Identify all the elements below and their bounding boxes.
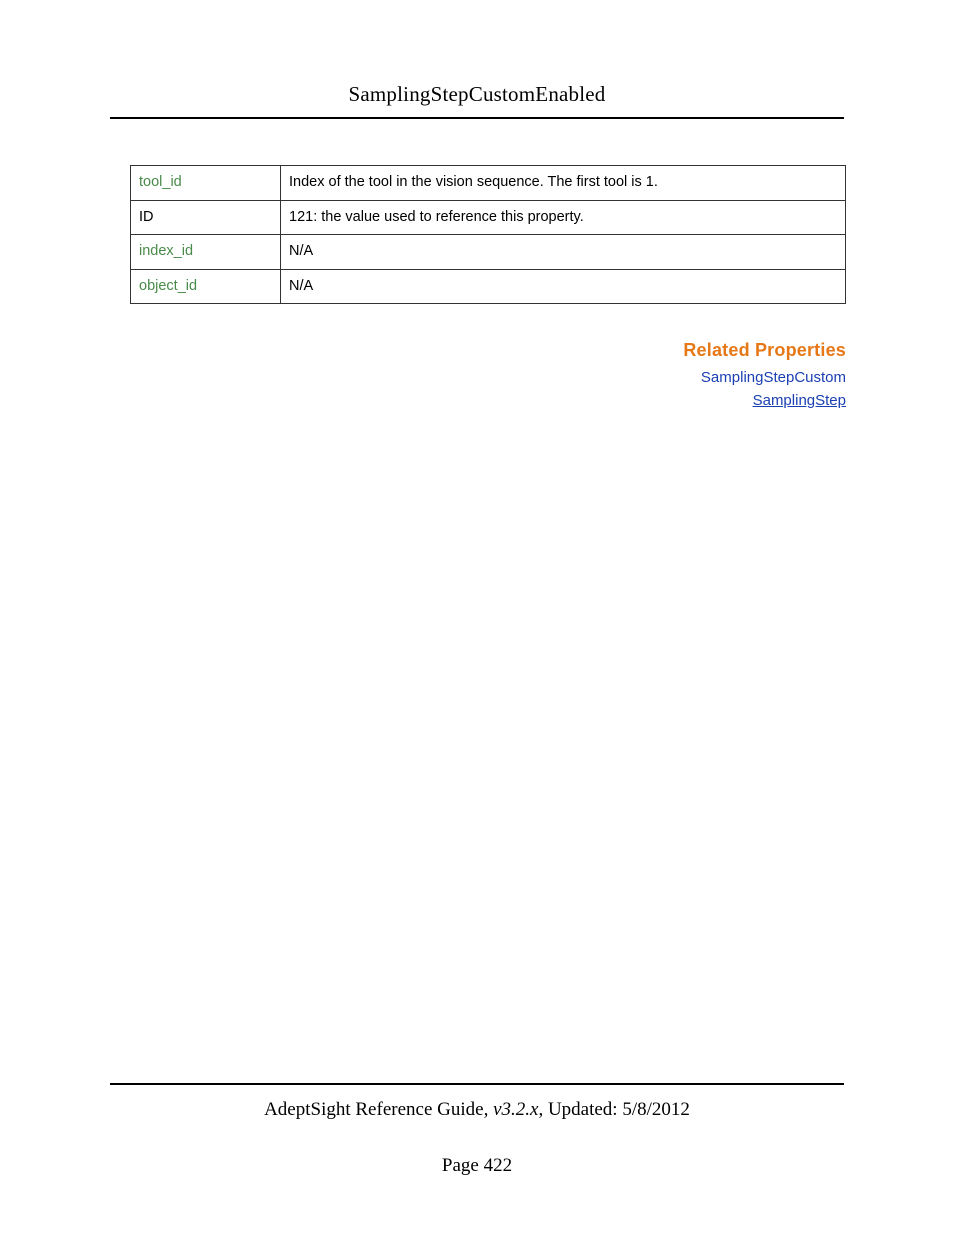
related-link-samplingstep[interactable]: SamplingStep (753, 392, 846, 409)
footer-updated-date: 5/8/2012 (622, 1099, 690, 1120)
main-content: tool_id Index of the tool in the vision … (130, 165, 846, 412)
footer-divider (110, 1083, 844, 1085)
footer-text: AdeptSight Reference Guide, v3.2.x, Upda… (110, 1099, 844, 1121)
related-properties-links: SamplingStepCustom SamplingStep (130, 367, 846, 412)
footer-guide-name: AdeptSight Reference Guide (264, 1099, 483, 1120)
param-value: N/A (281, 235, 846, 270)
table-row: object_id N/A (131, 269, 846, 304)
footer-updated-prefix: , Updated: (538, 1099, 622, 1120)
related-properties-heading: Related Properties (130, 340, 846, 361)
table-row: tool_id Index of the tool in the vision … (131, 166, 846, 201)
related-properties-section: Related Properties SamplingStepCustom Sa… (130, 340, 846, 412)
page-number: Page 422 (110, 1155, 844, 1177)
param-value: N/A (281, 269, 846, 304)
table-row: index_id N/A (131, 235, 846, 270)
parameters-table: tool_id Index of the tool in the vision … (130, 165, 846, 304)
param-key: tool_id (131, 166, 281, 201)
page-footer: AdeptSight Reference Guide, v3.2.x, Upda… (110, 1083, 844, 1177)
param-key: object_id (131, 269, 281, 304)
param-value: 121: the value used to reference this pr… (281, 200, 846, 235)
param-value: Index of the tool in the vision sequence… (281, 166, 846, 201)
page-title: SamplingStepCustomEnabled (110, 82, 844, 107)
footer-version: , v3.2.x (484, 1099, 539, 1120)
param-key: ID (131, 200, 281, 235)
related-link-samplingstepcustom[interactable]: SamplingStepCustom (701, 369, 846, 386)
page-header: SamplingStepCustomEnabled (110, 82, 844, 127)
table-row: ID 121: the value used to reference this… (131, 200, 846, 235)
param-key: index_id (131, 235, 281, 270)
header-divider (110, 117, 844, 119)
